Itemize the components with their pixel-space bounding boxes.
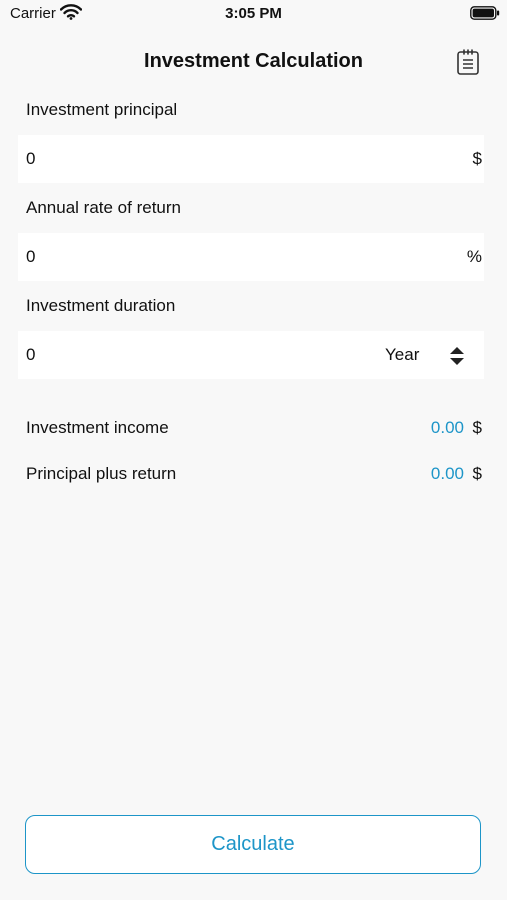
principal-label: Investment principal xyxy=(26,100,178,119)
rate-input[interactable] xyxy=(26,233,326,281)
status-time: 3:05 PM xyxy=(225,5,282,22)
duration-input[interactable] xyxy=(26,331,326,379)
rate-unit: % xyxy=(466,247,482,266)
status-bar: Carrier 3:05 PM xyxy=(0,0,507,30)
duration-field: Year xyxy=(18,331,484,379)
principal-input[interactable] xyxy=(26,135,326,183)
income-value: 0.00 xyxy=(430,418,464,437)
clipboard-icon[interactable] xyxy=(455,48,481,81)
updown-chevron-icon[interactable] xyxy=(448,345,466,372)
income-unit: $ xyxy=(472,418,482,437)
income-label: Investment income xyxy=(26,418,169,437)
total-row: Principal plus return 0.00 $ xyxy=(26,464,482,488)
principal-field: $ xyxy=(18,135,484,183)
duration-label: Investment duration xyxy=(26,296,176,315)
income-row: Investment income 0.00 $ xyxy=(26,418,482,442)
calculate-button[interactable]: Calculate xyxy=(25,815,481,874)
battery-icon xyxy=(470,6,500,25)
rate-label: Annual rate of return xyxy=(26,198,181,217)
principal-unit: $ xyxy=(472,149,482,168)
duration-unit-selector[interactable]: Year xyxy=(385,345,419,365)
total-value: 0.00 xyxy=(430,464,464,483)
total-label: Principal plus return xyxy=(26,464,177,483)
rate-field: % xyxy=(18,233,484,281)
total-unit: $ xyxy=(472,464,482,483)
page-title: Investment Calculation xyxy=(144,50,363,72)
